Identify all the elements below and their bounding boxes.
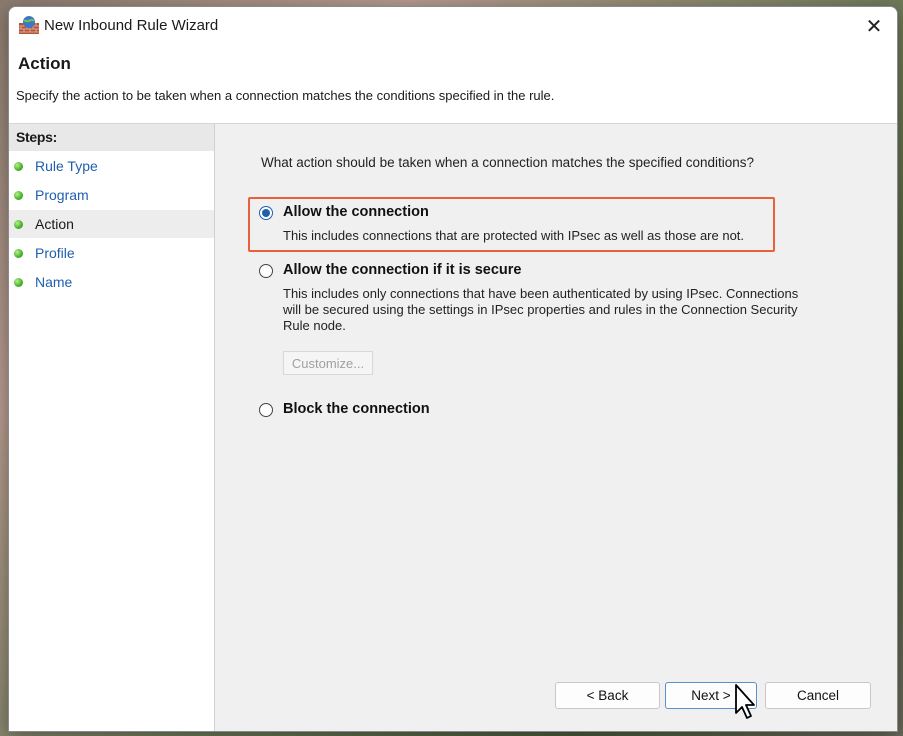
- sidebar-item-label: Rule Type: [35, 158, 98, 174]
- sidebar-item-profile[interactable]: Profile: [9, 239, 214, 267]
- sidebar-item-label: Name: [35, 274, 73, 290]
- cancel-button[interactable]: Cancel: [765, 682, 871, 709]
- allow-secure-radio[interactable]: [259, 264, 273, 278]
- sidebar-item-rule-type[interactable]: Rule Type: [9, 152, 214, 180]
- allow-connection-label[interactable]: Allow the connection: [283, 204, 429, 220]
- status-dot-icon: [14, 162, 23, 171]
- sidebar-item-label: Profile: [35, 245, 75, 261]
- back-button[interactable]: < Back: [555, 682, 660, 709]
- description-line: This includes only connections that have…: [283, 286, 799, 301]
- page-title: Action: [18, 54, 71, 73]
- sidebar-item-label: Program: [35, 187, 89, 203]
- status-dot-icon: [14, 220, 23, 229]
- status-dot-icon: [14, 278, 23, 287]
- description-line: Rule node.: [283, 318, 346, 333]
- sidebar-item-label: Action: [35, 216, 74, 232]
- window-title: New Inbound Rule Wizard: [44, 17, 219, 34]
- action-question: What action should be taken when a conne…: [261, 155, 755, 170]
- allow-connection-radio[interactable]: [259, 206, 273, 220]
- wizard-header: Action Specify the action to be taken wh…: [9, 45, 897, 124]
- page-description: Specify the action to be taken when a co…: [16, 88, 555, 103]
- steps-heading: Steps:: [9, 124, 214, 151]
- sidebar-item-program[interactable]: Program: [9, 181, 214, 209]
- close-icon: ✕: [865, 15, 883, 38]
- sidebar-item-action[interactable]: Action: [9, 210, 214, 238]
- description-line: will be secured using the settings in IP…: [283, 302, 798, 317]
- allow-secure-description: This includes only connections that have…: [283, 286, 798, 334]
- status-dot-icon: [14, 249, 23, 258]
- mouse-pointer-icon: [735, 684, 755, 719]
- status-dot-icon: [14, 191, 23, 200]
- firewall-icon: [19, 16, 39, 34]
- allow-connection-description: This includes connections that are prote…: [283, 228, 745, 243]
- wizard-window: New Inbound Rule Wizard ✕ Action Specify…: [8, 6, 898, 732]
- action-content: What action should be taken when a conne…: [215, 124, 897, 731]
- block-connection-label[interactable]: Block the connection: [283, 401, 430, 417]
- block-connection-radio[interactable]: [259, 403, 273, 417]
- allow-secure-label[interactable]: Allow the connection if it is secure: [283, 262, 522, 278]
- customize-button[interactable]: Customize...: [283, 351, 373, 375]
- close-button[interactable]: ✕: [851, 7, 897, 45]
- title-bar: New Inbound Rule Wizard ✕: [9, 7, 897, 45]
- steps-sidebar: Steps: Rule Type Program Action Profile …: [9, 124, 215, 731]
- sidebar-item-name[interactable]: Name: [9, 268, 214, 296]
